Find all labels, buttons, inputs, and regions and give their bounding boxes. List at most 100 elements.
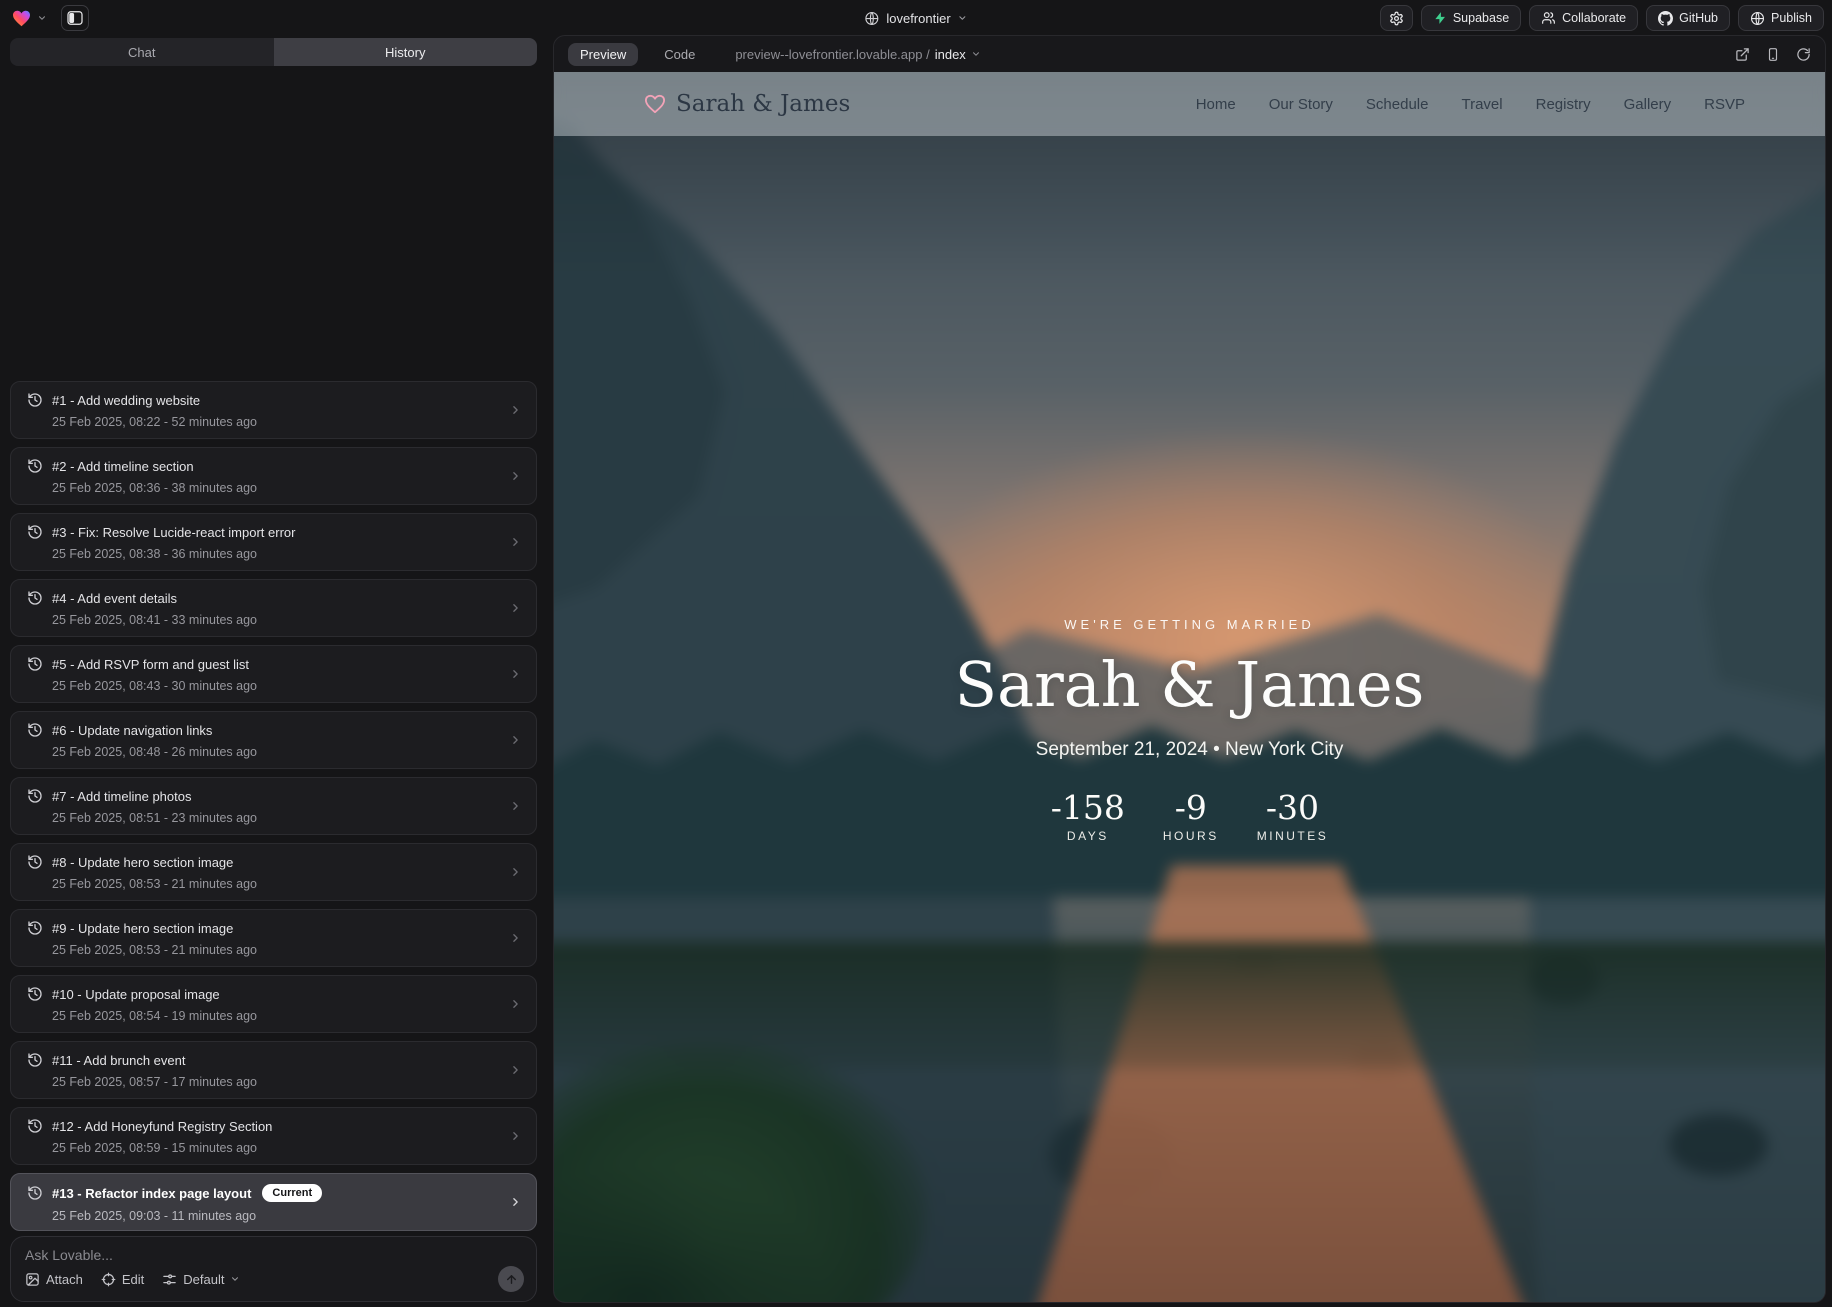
site-brand-label: Sarah & James	[676, 91, 850, 117]
attach-label: Attach	[46, 1272, 83, 1287]
sidebar-toggle-button[interactable]	[61, 5, 89, 31]
nav-link-our-story[interactable]: Our Story	[1269, 96, 1333, 113]
collaborate-label: Collaborate	[1562, 11, 1626, 25]
project-switcher[interactable]: lovefrontier	[864, 0, 967, 36]
history-item-title: #6 - Update navigation links	[52, 723, 212, 738]
history-item-timestamp: 25 Feb 2025, 08:59 - 15 minutes ago	[52, 1141, 520, 1155]
history-item-timestamp: 25 Feb 2025, 08:43 - 30 minutes ago	[52, 679, 520, 693]
countdown-value: -30	[1266, 791, 1319, 824]
open-external-icon[interactable]	[1735, 47, 1750, 62]
history-item-timestamp: 25 Feb 2025, 09:03 - 11 minutes ago	[52, 1209, 520, 1223]
chevron-right-icon	[509, 1130, 522, 1143]
countdown-value: -158	[1051, 791, 1125, 824]
nav-link-travel[interactable]: Travel	[1461, 96, 1502, 113]
tab-code[interactable]: Code	[652, 43, 707, 66]
sliders-icon	[162, 1272, 177, 1287]
github-button[interactable]: GitHub	[1646, 5, 1730, 31]
nav-link-registry[interactable]: Registry	[1536, 96, 1591, 113]
publish-button[interactable]: Publish	[1738, 5, 1824, 31]
history-list-item-10[interactable]: #10 - Update proposal image 25 Feb 2025,…	[10, 975, 537, 1033]
countdown-unit: -30 MINUTES	[1257, 791, 1329, 843]
site-brand[interactable]: Sarah & James	[644, 91, 850, 117]
history-list-item-3[interactable]: #3 - Fix: Resolve Lucide-react import er…	[10, 513, 537, 571]
chevron-down-icon	[230, 1274, 240, 1284]
heart-icon	[644, 94, 666, 114]
edit-button[interactable]: Edit	[101, 1272, 144, 1287]
preview-panel: Preview Code preview--lovefrontier.lovab…	[553, 35, 1826, 1303]
history-list-item-1[interactable]: #1 - Add wedding website 25 Feb 2025, 08…	[10, 381, 537, 439]
chevron-down-icon	[971, 49, 981, 59]
send-button[interactable]	[498, 1266, 524, 1292]
chevron-right-icon	[509, 602, 522, 615]
history-icon	[27, 920, 43, 936]
chevron-right-icon	[509, 536, 522, 549]
history-item-title: #8 - Update hero section image	[52, 855, 233, 870]
history-item-timestamp: 25 Feb 2025, 08:36 - 38 minutes ago	[52, 481, 520, 495]
tab-preview[interactable]: Preview	[568, 43, 638, 66]
hero-title: Sarah & James	[955, 648, 1425, 721]
history-item-timestamp: 25 Feb 2025, 08:54 - 19 minutes ago	[52, 1009, 520, 1023]
history-item-title: #5 - Add RSVP form and guest list	[52, 657, 249, 672]
sidebar: Chat History #1 - Add wedding website 25…	[0, 36, 545, 1307]
hero-tagline: WE'RE GETTING MARRIED	[1064, 617, 1314, 632]
supabase-button[interactable]: Supabase	[1421, 5, 1521, 31]
topbar: lovefrontier Supabase Collaborate	[0, 0, 1832, 36]
history-list: #1 - Add wedding website 25 Feb 2025, 08…	[10, 381, 537, 1231]
preview-url[interactable]: preview--lovefrontier.lovable.app / inde…	[735, 47, 980, 62]
history-icon	[27, 1185, 43, 1201]
history-item-timestamp: 25 Feb 2025, 08:38 - 36 minutes ago	[52, 547, 520, 561]
model-mode-button[interactable]: Default	[162, 1272, 240, 1287]
history-list-item-11[interactable]: #11 - Add brunch event 25 Feb 2025, 08:5…	[10, 1041, 537, 1099]
history-list-item-5[interactable]: #5 - Add RSVP form and guest list 25 Feb…	[10, 645, 537, 703]
history-icon	[27, 524, 43, 540]
history-list-item-12[interactable]: #12 - Add Honeyfund Registry Section 25 …	[10, 1107, 537, 1165]
history-icon	[27, 392, 43, 408]
countdown-unit: -9 HOURS	[1163, 791, 1219, 843]
history-item-title: #12 - Add Honeyfund Registry Section	[52, 1119, 272, 1134]
site-nav: Home Our Story Schedule Travel Registry Galle…	[1196, 96, 1745, 113]
history-list-item-13[interactable]: #13 - Refactor index page layout Current…	[10, 1173, 537, 1231]
publish-label: Publish	[1771, 11, 1812, 25]
nav-link-schedule[interactable]: Schedule	[1366, 96, 1429, 113]
mode-label: Default	[183, 1272, 224, 1287]
preview-url-base: preview--lovefrontier.lovable.app /	[735, 47, 929, 62]
history-icon	[27, 458, 43, 474]
countdown-value: -9	[1175, 791, 1207, 824]
chevron-right-icon	[509, 800, 522, 813]
gear-icon	[1389, 11, 1404, 26]
users-icon	[1541, 11, 1556, 25]
history-list-item-8[interactable]: #8 - Update hero section image 25 Feb 20…	[10, 843, 537, 901]
history-item-title: #9 - Update hero section image	[52, 921, 233, 936]
lovable-logo-icon[interactable]	[12, 10, 31, 27]
refresh-icon[interactable]	[1796, 47, 1811, 62]
crosshair-icon	[101, 1272, 116, 1287]
history-list-item-9[interactable]: #9 - Update hero section image 25 Feb 20…	[10, 909, 537, 967]
history-list-item-4[interactable]: #4 - Add event details 25 Feb 2025, 08:4…	[10, 579, 537, 637]
chevron-right-icon	[509, 1196, 522, 1209]
project-name: lovefrontier	[886, 11, 950, 26]
tab-history[interactable]: History	[274, 38, 538, 66]
settings-button[interactable]	[1380, 5, 1413, 31]
topbar-actions: Supabase Collaborate GitHub Publish	[1380, 5, 1824, 31]
nav-link-rsvp[interactable]: RSVP	[1704, 96, 1745, 113]
countdown-label: DAYS	[1067, 829, 1109, 843]
history-item-timestamp: 25 Feb 2025, 08:22 - 52 minutes ago	[52, 415, 520, 429]
attach-button[interactable]: Attach	[25, 1272, 83, 1287]
nav-link-gallery[interactable]: Gallery	[1624, 96, 1672, 113]
site-header: Sarah & James Home Our Story Schedule Trave…	[554, 72, 1825, 136]
history-list-item-7[interactable]: #7 - Add timeline photos 25 Feb 2025, 08…	[10, 777, 537, 835]
mobile-view-icon[interactable]	[1766, 47, 1780, 62]
collaborate-button[interactable]: Collaborate	[1529, 5, 1638, 31]
history-item-title: #2 - Add timeline section	[52, 459, 194, 474]
history-list-item-6[interactable]: #6 - Update navigation links 25 Feb 2025…	[10, 711, 537, 769]
chevron-right-icon	[509, 734, 522, 747]
nav-link-home[interactable]: Home	[1196, 96, 1236, 113]
sidebar-tabs: Chat History	[10, 38, 537, 66]
chevron-down-icon[interactable]	[37, 13, 47, 23]
history-list-item-2[interactable]: #2 - Add timeline section 25 Feb 2025, 0…	[10, 447, 537, 505]
tab-chat[interactable]: Chat	[10, 38, 274, 66]
countdown-unit: -158 DAYS	[1051, 791, 1125, 843]
github-icon	[1658, 11, 1673, 26]
github-label: GitHub	[1679, 11, 1718, 25]
ask-lovable-input[interactable]	[25, 1247, 522, 1263]
